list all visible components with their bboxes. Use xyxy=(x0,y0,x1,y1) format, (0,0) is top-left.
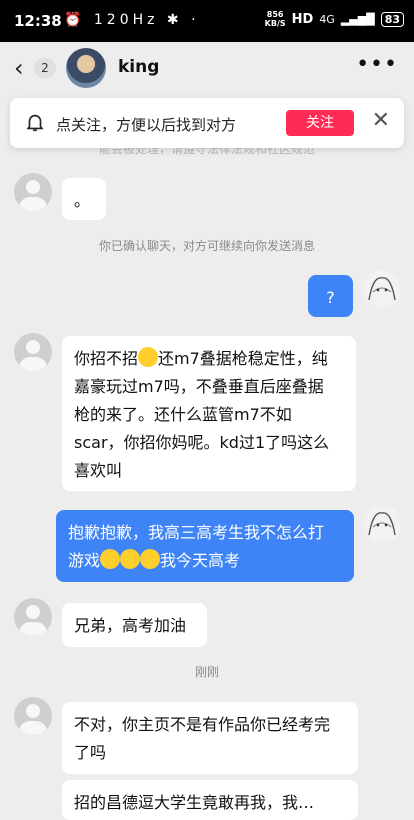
message-bubble[interactable]: 。 xyxy=(62,178,106,220)
crying-emoji-icon xyxy=(120,549,141,569)
self-avatar[interactable] xyxy=(363,270,401,308)
message-bubble[interactable]: 招的昌德逗大学生竟敢再我，我… xyxy=(62,780,358,820)
timestamp: 刚刚 xyxy=(194,665,219,679)
close-icon[interactable]: ✕ xyxy=(372,108,390,133)
banner-text: 点关注，方便以后找到对方 xyxy=(56,116,237,134)
signal-icon: ▂▄▆█ xyxy=(340,12,375,26)
message-bubble[interactable]: 兄弟，高考加油 xyxy=(62,603,207,647)
status-right: 856 KB/S HD 4G ▂▄▆█ 83 xyxy=(265,10,404,28)
chat-header: ‹ 2 king ••• xyxy=(0,42,414,94)
self-avatar[interactable] xyxy=(363,505,401,543)
message-bubble[interactable]: 抱歉抱歉，我高三高考生我不怎么打 游戏 我今天高考 xyxy=(56,510,354,582)
contact-name[interactable]: king xyxy=(118,57,159,77)
follow-button[interactable]: 关注 xyxy=(286,110,354,136)
status-time: 12:38 xyxy=(14,12,62,30)
net-type: 4G xyxy=(319,12,335,26)
message-bubble[interactable]: ? xyxy=(308,275,353,317)
status-bar: 12:38 ⏰ 120Hz ✱ · 856 KB/S HD 4G ▂▄▆█ 83 xyxy=(0,0,414,42)
laugh-cry-emoji-icon xyxy=(138,347,159,367)
system-message: 你已确认聊天，对方可继续向你发送消息 xyxy=(98,239,315,253)
other-avatar[interactable] xyxy=(14,333,52,371)
follow-banner: 点关注，方便以后找到对方 关注 ✕ xyxy=(10,98,404,148)
message-bubble[interactable]: 你招不招 还m7叠据枪稳定性，纯 嘉豪玩过m7吗，不叠垂直后座叠据 枪的来了。还什么… xyxy=(62,336,356,491)
back-button[interactable]: ‹ xyxy=(14,54,24,82)
hd-indicator: HD xyxy=(291,11,314,27)
network-speed: 856 KB/S xyxy=(264,10,286,28)
unread-badge: 2 xyxy=(34,58,56,78)
other-avatar[interactable] xyxy=(14,173,52,211)
other-avatar[interactable] xyxy=(14,598,52,636)
other-avatar[interactable] xyxy=(14,697,52,735)
bell-icon xyxy=(26,114,44,132)
crying-emoji-icon xyxy=(140,549,161,569)
more-icon[interactable]: ••• xyxy=(356,52,398,77)
crying-emoji-icon xyxy=(100,549,121,569)
status-icons: ⏰ 120Hz ✱ · xyxy=(64,12,200,28)
message-bubble[interactable]: 不对，你主页不是有作品你已经考完 了吗 xyxy=(62,702,358,774)
battery-icon: 83 xyxy=(380,11,404,27)
contact-avatar[interactable] xyxy=(66,48,106,88)
